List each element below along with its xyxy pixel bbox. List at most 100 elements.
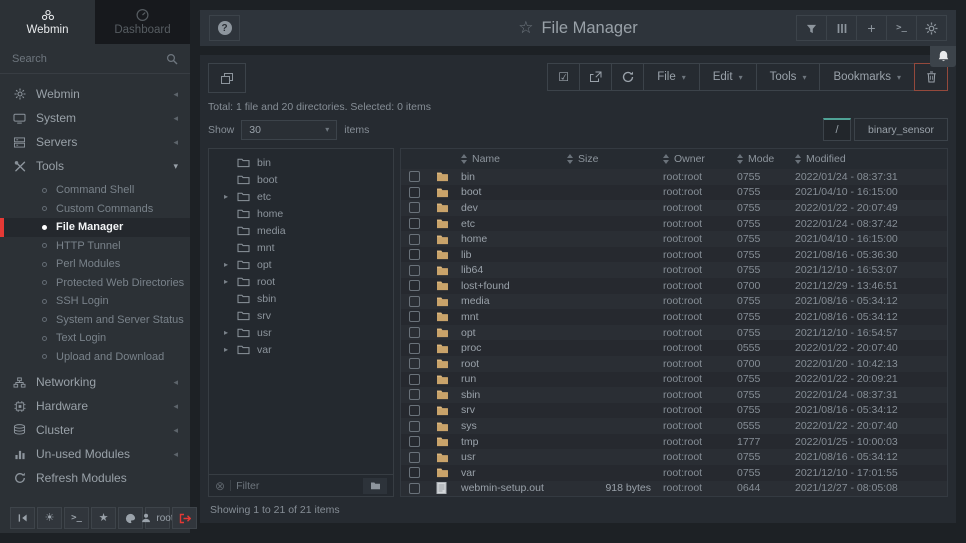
- sidebar-item-command-shell[interactable]: Command Shell: [0, 181, 190, 200]
- shell-button[interactable]: >_: [886, 15, 917, 41]
- row-checkbox[interactable]: [409, 467, 420, 478]
- search-input[interactable]: [12, 53, 166, 65]
- tree-filter-input[interactable]: [236, 480, 358, 492]
- tree-item-srv[interactable]: srv: [209, 307, 393, 324]
- table-row-lost-found[interactable]: lost+foundroot:root07002021/12/29 - 13:4…: [401, 278, 947, 294]
- row-checkbox[interactable]: [409, 374, 420, 385]
- column-header-owner[interactable]: Owner: [663, 153, 737, 165]
- filter-button[interactable]: [796, 15, 827, 41]
- table-row-lib64[interactable]: lib64root:root07552021/12/10 - 16:53:07: [401, 262, 947, 278]
- row-checkbox[interactable]: [409, 202, 420, 213]
- row-checkbox[interactable]: [409, 436, 420, 447]
- sidebar-item-system[interactable]: System◂: [0, 106, 190, 130]
- row-checkbox[interactable]: [409, 343, 420, 354]
- new-tab-button[interactable]: +: [856, 15, 887, 41]
- table-row-media[interactable]: mediaroot:root07552021/08/16 - 05:34:12: [401, 294, 947, 310]
- row-checkbox[interactable]: [409, 296, 420, 307]
- table-row-webmin-setup-out[interactable]: webmin-setup.out918 bytesroot:root064420…: [401, 481, 947, 497]
- sidebar-item-system-and-server-status[interactable]: System and Server Status: [0, 311, 190, 330]
- breadcrumb-current[interactable]: binary_sensor: [854, 118, 948, 141]
- user-button[interactable]: root: [145, 507, 170, 529]
- row-checkbox[interactable]: [409, 218, 420, 229]
- sidebar-item-cluster[interactable]: Cluster◂: [0, 418, 190, 442]
- table-row-etc[interactable]: etcroot:root07552022/01/24 - 08:37:42: [401, 216, 947, 232]
- tree-item-var[interactable]: ▸var: [209, 341, 393, 358]
- expand-arrow-icon[interactable]: ▸: [222, 277, 230, 286]
- table-row-usr[interactable]: usrroot:root07552021/08/16 - 05:34:12: [401, 449, 947, 465]
- expand-arrow-icon[interactable]: ▸: [222, 260, 230, 269]
- table-row-sbin[interactable]: sbinroot:root07552022/01/24 - 08:37:31: [401, 387, 947, 403]
- row-checkbox[interactable]: [409, 249, 420, 260]
- table-row-root[interactable]: rootroot:root07002022/01/20 - 10:42:13: [401, 356, 947, 372]
- row-checkbox[interactable]: [409, 358, 420, 369]
- tree-item-bin[interactable]: bin: [209, 154, 393, 171]
- sidebar-item-servers[interactable]: Servers◂: [0, 130, 190, 154]
- row-checkbox[interactable]: [409, 187, 420, 198]
- sidebar-item-custom-commands[interactable]: Custom Commands: [0, 200, 190, 219]
- tree-item-sbin[interactable]: sbin: [209, 290, 393, 307]
- row-checkbox[interactable]: [409, 311, 420, 322]
- expand-arrow-icon[interactable]: ▸: [222, 328, 230, 337]
- sidebar-item-networking[interactable]: Networking◂: [0, 370, 190, 394]
- row-checkbox[interactable]: [409, 405, 420, 416]
- menu-bookmarks[interactable]: Bookmarks▾: [819, 63, 915, 91]
- delete-button[interactable]: [914, 63, 948, 91]
- clear-filter-icon[interactable]: ⊗: [215, 480, 225, 492]
- table-row-run[interactable]: runroot:root07552022/01/22 - 20:09:21: [401, 372, 947, 388]
- tab-dashboard[interactable]: Dashboard: [95, 0, 190, 44]
- favorite-star-icon[interactable]: ☆: [518, 18, 533, 38]
- row-checkbox[interactable]: [409, 234, 420, 245]
- copy-path-button[interactable]: [208, 63, 246, 93]
- table-row-home[interactable]: homeroot:root07552021/04/10 - 16:15:00: [401, 231, 947, 247]
- table-row-mnt[interactable]: mntroot:root07552021/08/16 - 05:34:12: [401, 309, 947, 325]
- row-checkbox[interactable]: [409, 389, 420, 400]
- table-row-opt[interactable]: optroot:root07552021/12/10 - 16:54:57: [401, 325, 947, 341]
- help-button[interactable]: ?: [209, 15, 240, 41]
- sidebar-item-tools[interactable]: Tools▾: [0, 154, 190, 178]
- theme-brightness-button[interactable]: ☀: [37, 507, 62, 529]
- menu-file[interactable]: File▾: [643, 63, 700, 91]
- tree-item-usr[interactable]: ▸usr: [209, 324, 393, 341]
- row-checkbox[interactable]: [409, 421, 420, 432]
- sidebar-item-file-manager[interactable]: File Manager: [0, 218, 190, 237]
- sidebar-item-upload-and-download[interactable]: Upload and Download: [0, 348, 190, 367]
- collapse-sidebar-button[interactable]: [10, 507, 35, 529]
- sidebar-item-protected-web-directories[interactable]: Protected Web Directories: [0, 274, 190, 293]
- export-button[interactable]: [579, 63, 612, 91]
- page-size-select[interactable]: 30 ▾: [241, 120, 337, 140]
- tree-item-opt[interactable]: ▸opt: [209, 256, 393, 273]
- row-checkbox[interactable]: [409, 452, 420, 463]
- column-header-name[interactable]: Name: [461, 153, 567, 165]
- sidebar-item-refresh-modules[interactable]: Refresh Modules: [0, 466, 190, 490]
- select-all-button[interactable]: ☑: [547, 63, 580, 91]
- tab-webmin[interactable]: Webmin: [0, 0, 95, 44]
- expand-arrow-icon[interactable]: ▸: [222, 345, 230, 354]
- tree-item-etc[interactable]: ▸etc: [209, 188, 393, 205]
- tree-item-media[interactable]: media: [209, 222, 393, 239]
- tree-item-boot[interactable]: boot: [209, 171, 393, 188]
- column-header-size[interactable]: Size: [567, 153, 663, 165]
- row-checkbox[interactable]: [409, 280, 420, 291]
- column-header-modified[interactable]: Modified: [795, 153, 947, 165]
- breadcrumb-root[interactable]: /: [823, 118, 851, 141]
- menu-edit[interactable]: Edit▾: [699, 63, 757, 91]
- table-row-lib[interactable]: libroot:root07552021/08/16 - 05:36:30: [401, 247, 947, 263]
- columns-button[interactable]: [826, 15, 857, 41]
- tree-item-root[interactable]: ▸root: [209, 273, 393, 290]
- table-row-var[interactable]: varroot:root07552021/12/10 - 17:01:55: [401, 465, 947, 481]
- table-row-bin[interactable]: binroot:root07552022/01/24 - 08:37:31: [401, 169, 947, 185]
- menu-tools[interactable]: Tools▾: [756, 63, 821, 91]
- settings-button[interactable]: [916, 15, 947, 41]
- notifications-button[interactable]: [930, 46, 956, 67]
- row-checkbox[interactable]: [409, 327, 420, 338]
- table-row-tmp[interactable]: tmproot:root17772022/01/25 - 10:00:03: [401, 434, 947, 450]
- sidebar-item-ssh-login[interactable]: SSH Login: [0, 292, 190, 311]
- tree-item-mnt[interactable]: mnt: [209, 239, 393, 256]
- row-checkbox[interactable]: [409, 265, 420, 276]
- row-checkbox[interactable]: [409, 171, 420, 182]
- sidebar-item-perl-modules[interactable]: Perl Modules: [0, 255, 190, 274]
- sidebar-item-text-login[interactable]: Text Login: [0, 329, 190, 348]
- tree-folder-button[interactable]: [363, 478, 387, 494]
- table-row-boot[interactable]: bootroot:root07552021/04/10 - 16:15:00: [401, 185, 947, 201]
- favorites-button[interactable]: ★: [91, 507, 116, 529]
